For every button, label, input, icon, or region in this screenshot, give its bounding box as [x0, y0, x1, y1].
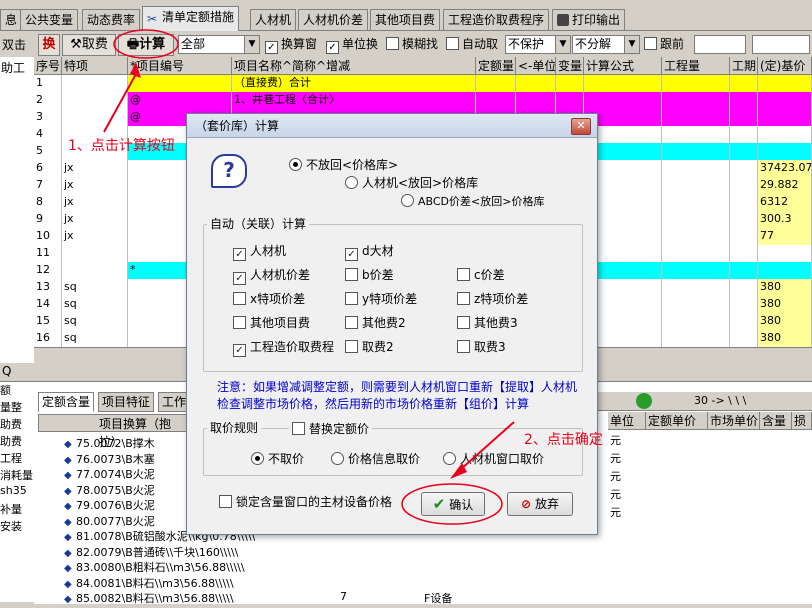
- step1-annotation: 1、点击计算按钮: [68, 138, 175, 154]
- annotation-overlay: [103, 29, 515, 525]
- arrow-to-calc: [103, 73, 137, 133]
- arrow-to-confirm: [459, 421, 515, 471]
- confirm-button-highlight: [401, 483, 503, 525]
- step2-annotation: 2、点击确定: [524, 432, 603, 448]
- calc-button-highlight: [113, 29, 179, 59]
- arrowhead-icon: [130, 62, 141, 78]
- watermark-sub: jingyan.baidu.com: [628, 580, 743, 593]
